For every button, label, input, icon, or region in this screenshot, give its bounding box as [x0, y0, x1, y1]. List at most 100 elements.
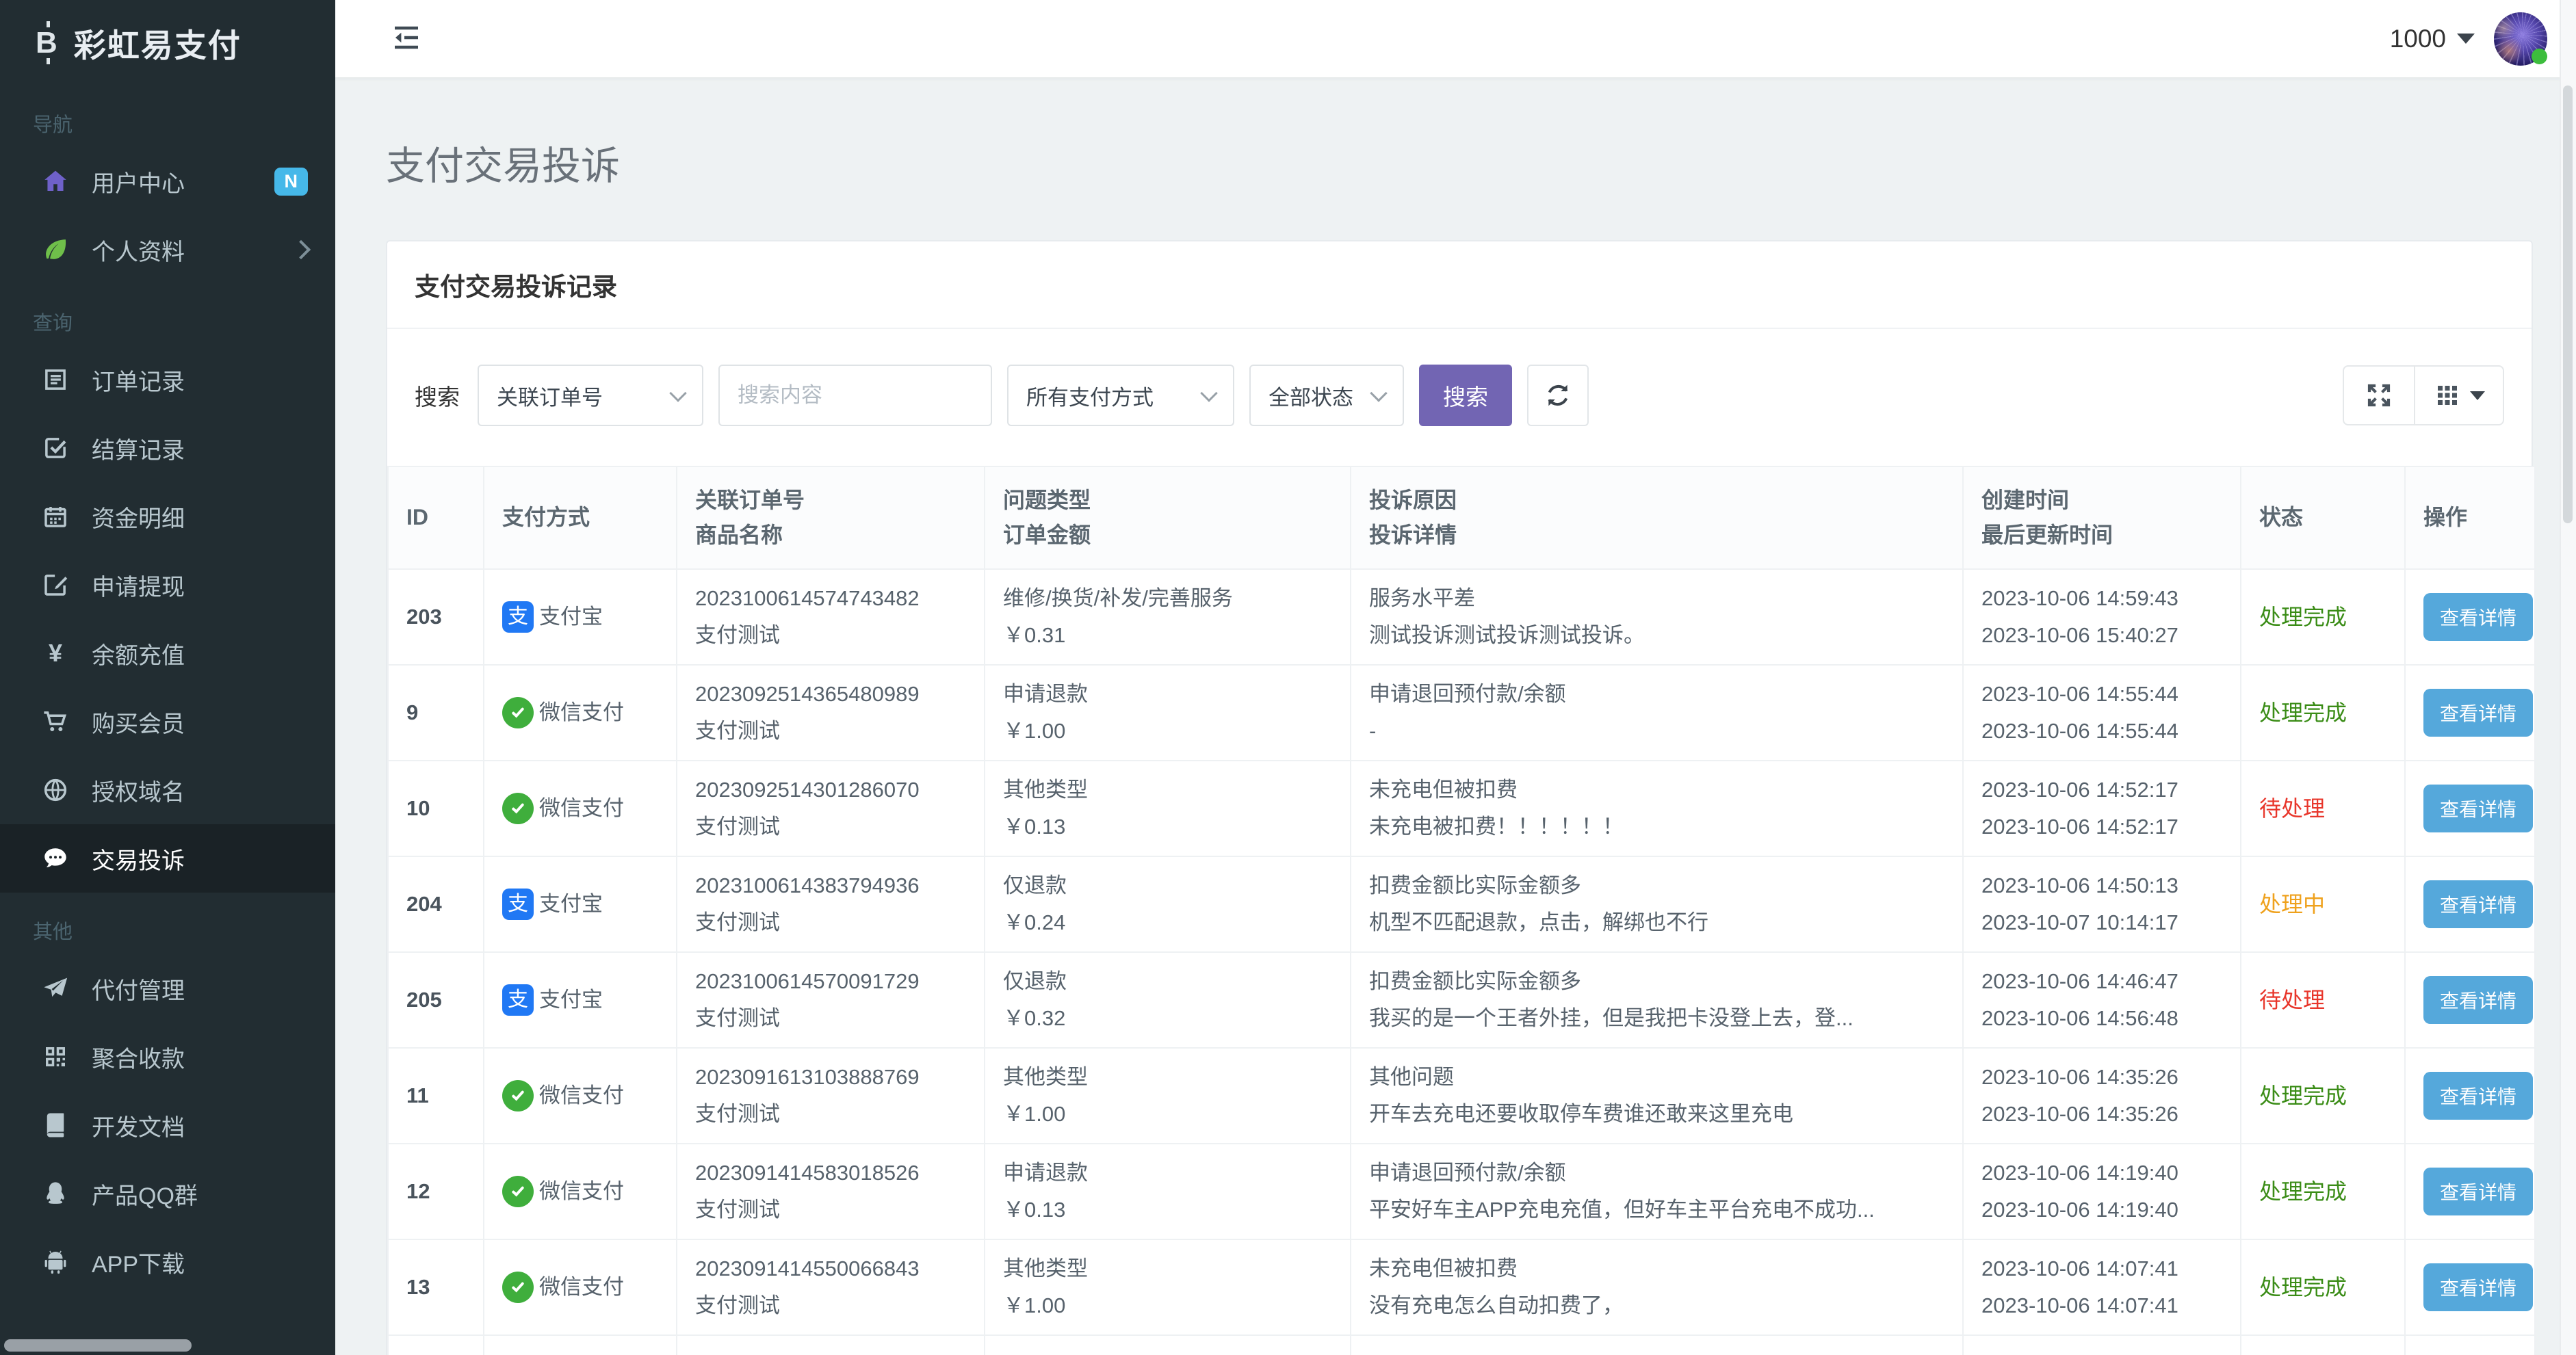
order-amount: ￥1.00 [1003, 1096, 1332, 1133]
status-badge: 处理完成 [2259, 1275, 2347, 1300]
merchant-dropdown[interactable]: 1000 [2390, 25, 2475, 53]
table-row: 205 支 支付宝 2023100614570091729支付测试 仅退款￥0.… [388, 952, 2535, 1048]
list-icon [40, 364, 71, 395]
chevron-down-icon [1200, 384, 1217, 402]
sidebar-item-代付管理[interactable]: 代付管理 [0, 954, 335, 1023]
status-badge: 处理完成 [2259, 700, 2347, 725]
sidebar-item-资金明细[interactable]: 资金明细 [0, 482, 335, 551]
payment-label: 微信支付 [539, 1269, 624, 1306]
sidebar-item-授权域名[interactable]: 授权域名 [0, 756, 335, 824]
chevron-down-icon [1370, 384, 1387, 402]
created-time: 2023-10-06 14:46:47 [1981, 963, 2222, 1000]
payment-label: 支付宝 [539, 886, 603, 923]
complaint-id: 11 [388, 1048, 484, 1144]
sidebar-item-交易投诉[interactable]: 交易投诉 [0, 824, 335, 893]
payment-method: 微信支付 [502, 790, 658, 827]
order-amount: ￥0.32 [1003, 1000, 1332, 1037]
complaints-card: 支付交易投诉记录 搜索 关联订单号 所有支付方式 全部状态 搜索 [386, 240, 2533, 1355]
status-select[interactable]: 全部状态 [1249, 365, 1404, 426]
sidebar-item-申请提现[interactable]: 申请提现 [0, 551, 335, 619]
sidebar-item-label: 资金明细 [92, 500, 185, 534]
search-toolbar: 搜索 关联订单号 所有支付方式 全部状态 搜索 [387, 329, 2532, 453]
alipay-icon: 支 [502, 984, 534, 1016]
comment-icon [40, 843, 71, 874]
view-detail-button[interactable]: 查看详情 [2423, 689, 2533, 737]
order-number: 2023100614574743482 [695, 580, 966, 617]
view-detail-button[interactable]: 查看详情 [2423, 1263, 2533, 1311]
horizontal-scrollbar-thumb[interactable] [4, 1339, 192, 1352]
search-input[interactable] [718, 365, 992, 426]
qrcode-icon [40, 1041, 71, 1073]
payment-method: 支 支付宝 [502, 598, 658, 635]
sidebar-toggle-icon[interactable] [389, 21, 424, 57]
search-button[interactable]: 搜索 [1419, 365, 1512, 426]
complaints-table: ID支付方式关联订单号 商品名称问题类型 订单金额投诉原因 投诉详情创建时间 最… [387, 466, 2536, 1355]
sidebar-item-余额充值[interactable]: ¥余额充值 [0, 619, 335, 687]
fullscreen-button[interactable] [2343, 365, 2415, 425]
issue-type: 仅退款 [1003, 867, 1332, 904]
globe-icon [40, 774, 71, 806]
complaint-detail: 未充电被扣费！！！！！！ [1369, 808, 1944, 845]
order-number: 2023092514365480989 [695, 676, 966, 713]
table-row: 9 微信支付 2023092514365480989支付测试 申请退款￥1.00… [388, 665, 2535, 761]
table-row: 204 支 支付宝 2023100614383794936支付测试 仅退款￥0.… [388, 856, 2535, 952]
sidebar-item-聚合收款[interactable]: 聚合收款 [0, 1023, 335, 1091]
complaint-id: 205 [388, 952, 484, 1048]
complaint-reason: 申请退回预付款/余额 [1369, 676, 1944, 713]
bitcoin-icon: B [36, 26, 59, 60]
sidebar-item-开发文档[interactable]: 开发文档 [0, 1091, 335, 1159]
android-icon [40, 1246, 71, 1278]
sidebar-item-label: 个人资料 [92, 233, 185, 267]
view-detail-button[interactable]: 查看详情 [2423, 1072, 2533, 1120]
updated-time: 2023-10-06 14:35:26 [1981, 1096, 2222, 1133]
issue-type: 维修/换货/补发/完善服务 [1003, 580, 1332, 617]
sidebar-item-购买会员[interactable]: 购买会员 [0, 687, 335, 756]
pay-method-select[interactable]: 所有支付方式 [1007, 365, 1234, 426]
updated-time: 2023-10-06 15:40:27 [1981, 617, 2222, 654]
search-field-select[interactable]: 关联订单号 [478, 365, 703, 426]
vertical-scrollbar[interactable] [2560, 0, 2576, 1355]
view-detail-button[interactable]: 查看详情 [2423, 593, 2533, 641]
complaint-id: 13 [388, 1239, 484, 1335]
sidebar-item-产品QQ群[interactable]: 产品QQ群 [0, 1159, 335, 1228]
sidebar-item-个人资料[interactable]: 个人资料 [0, 215, 335, 284]
view-detail-button[interactable]: 查看详情 [2423, 880, 2533, 928]
sidebar-section-label: 导航 [0, 85, 335, 147]
alipay-icon: 支 [502, 889, 534, 920]
payment-method: 微信支付 [502, 1077, 658, 1114]
refresh-button[interactable] [1527, 365, 1589, 426]
sidebar-item-APP下载[interactable]: APP下载 [0, 1228, 335, 1296]
sidebar-nav: 导航用户中心N个人资料查询订单记录结算记录资金明细申请提现¥余额充值购买会员授权… [0, 85, 335, 1296]
view-detail-button[interactable]: 查看详情 [2423, 976, 2533, 1024]
created-time: 2023-10-06 14:55:44 [1981, 676, 2222, 713]
sidebar-item-用户中心[interactable]: 用户中心N [0, 147, 335, 215]
complaint-id: 10 [388, 761, 484, 856]
order-number: 2023100614383794936 [695, 867, 966, 904]
sidebar-item-label: 产品QQ群 [92, 1177, 198, 1211]
sidebar-item-订单记录[interactable]: 订单记录 [0, 345, 335, 414]
table-row: 12 微信支付 2023091414583018526支付测试 申请退款￥0.1… [388, 1144, 2535, 1239]
vertical-scrollbar-thumb[interactable] [2563, 85, 2573, 523]
refresh-icon [1544, 381, 1572, 410]
avatar[interactable] [2494, 12, 2547, 66]
view-detail-button[interactable]: 查看详情 [2423, 785, 2533, 832]
table-row: 203 支 支付宝 2023100614574743482支付测试 维修/换货/… [388, 569, 2535, 665]
view-detail-button[interactable]: 查看详情 [2423, 1168, 2533, 1215]
complaint-detail: - [1369, 713, 1944, 750]
complaint-id: 12 [388, 1144, 484, 1239]
order-number: 2023091414550066843 [695, 1250, 966, 1287]
payment-label: 微信支付 [539, 790, 624, 827]
pen-square-icon [40, 569, 71, 601]
product-name: 支付测试 [695, 808, 966, 845]
complaint-detail: 我买的是一个王者外挂，但是我把卡没登上去，登... [1369, 1000, 1944, 1037]
updated-time: 2023-10-06 14:07:41 [1981, 1287, 2222, 1324]
complaint-id [388, 1335, 484, 1355]
wechat-pay-icon [502, 1272, 534, 1303]
complaint-detail: 没有充电怎么自动扣费了， [1369, 1287, 1944, 1324]
columns-button[interactable] [2414, 365, 2504, 425]
sidebar: B 彩虹易支付 导航用户中心N个人资料查询订单记录结算记录资金明细申请提现¥余额… [0, 0, 335, 1355]
sidebar-item-结算记录[interactable]: 结算记录 [0, 414, 335, 482]
sidebar-item-label: 代付管理 [92, 972, 185, 1005]
payment-label: 微信支付 [539, 1077, 624, 1114]
complaint-reason: 扣费金额比实际金额多 [1369, 963, 1944, 1000]
